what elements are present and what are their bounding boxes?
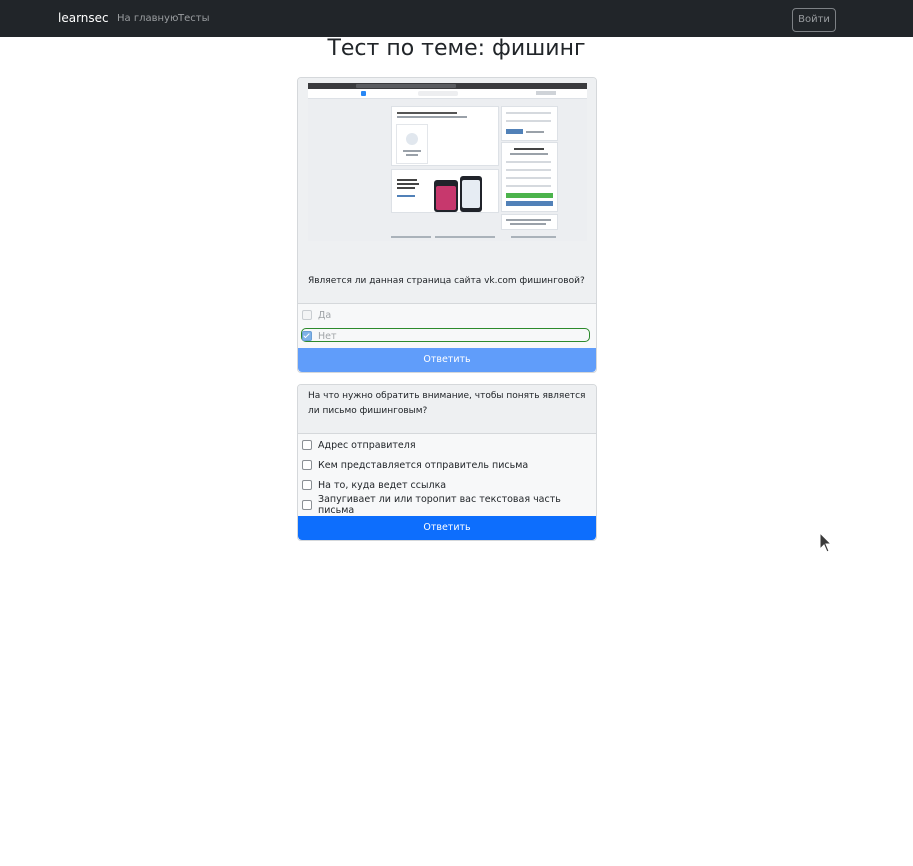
question-text: На что нужно обратить внимание, чтобы по… <box>308 391 586 416</box>
checkbox[interactable] <box>302 500 312 510</box>
option-label: Запугивает ли или торопит вас текстовая … <box>318 494 561 516</box>
nav-link-tests[interactable]: Тесты <box>178 13 209 24</box>
option-sender-address[interactable]: Адрес отправителя <box>302 438 416 452</box>
mouse-cursor-icon <box>819 532 833 553</box>
question-header: На что нужно обратить внимание, чтобы по… <box>298 385 596 434</box>
answer-options: Да Нет <box>298 304 596 348</box>
selected-option-outline <box>301 328 590 342</box>
option-urgency-tone[interactable]: Запугивает ли или торопит вас текстовая … <box>302 494 596 516</box>
question-card-2: На что нужно обратить внимание, чтобы по… <box>297 384 597 541</box>
vk-login-page-screenshot <box>308 83 587 241</box>
checkbox[interactable] <box>302 440 312 450</box>
option-sender-identity[interactable]: Кем представляется отправитель письма <box>302 458 528 472</box>
brand-logo[interactable]: learnsec <box>58 11 109 25</box>
option-no[interactable]: Нет <box>302 329 337 343</box>
option-label: Нет <box>318 330 337 342</box>
checkbox[interactable] <box>302 480 312 490</box>
nav-link-home[interactable]: На главную <box>117 13 178 24</box>
question-card-1: Является ли данная страница сайта vk.com… <box>297 77 597 373</box>
submit-answer-button[interactable]: Ответить <box>298 516 596 540</box>
navbar: learnsec На главную Тесты Войти <box>0 0 913 37</box>
answer-options: Адрес отправителя Кем представляется отп… <box>298 434 596 516</box>
option-link-target[interactable]: На то, куда ведет ссылка <box>302 478 446 492</box>
question-header: Является ли данная страница сайта vk.com… <box>298 78 596 304</box>
option-label: На то, куда ведет ссылка <box>318 479 447 491</box>
option-label: Кем представляется отправитель письма <box>318 459 529 471</box>
option-label: Да <box>318 309 332 321</box>
question-text: Является ли данная страница сайта vk.com… <box>308 276 585 286</box>
checkbox[interactable] <box>302 460 312 470</box>
checkbox-no[interactable] <box>302 331 312 341</box>
vk-logo-icon <box>361 91 366 96</box>
submit-answer-button[interactable]: Ответить <box>298 348 596 372</box>
option-label: Адрес отправителя <box>318 439 416 451</box>
login-button[interactable]: Войти <box>792 8 836 32</box>
page-title: Тест по теме: фишинг <box>327 36 586 61</box>
checkbox-yes[interactable] <box>302 310 312 320</box>
option-yes[interactable]: Да <box>302 308 331 322</box>
